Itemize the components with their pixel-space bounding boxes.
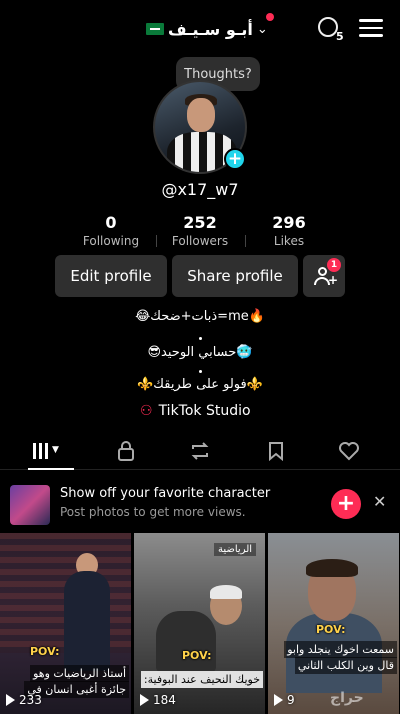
- profile-icon: [318, 17, 338, 37]
- likes-count: 296: [272, 213, 306, 232]
- video-caption-line: أستاذ الرياضيات وهو: [30, 665, 129, 682]
- bio-separator: [199, 370, 202, 373]
- tab-reposts[interactable]: [185, 441, 215, 463]
- add-friend-icon: [318, 267, 327, 276]
- lock-icon: [118, 441, 134, 461]
- saudi-flag-icon: [146, 23, 164, 35]
- video-views: 233: [6, 693, 42, 707]
- play-icon: [274, 694, 283, 706]
- profile-handle: @x17_w7: [161, 180, 239, 199]
- view-count: 9: [287, 693, 295, 707]
- tab-private[interactable]: [111, 441, 141, 463]
- friend-requests-badge: 1: [327, 258, 341, 272]
- promo-add-button[interactable]: +: [331, 489, 361, 519]
- share-profile-button[interactable]: Share profile: [172, 255, 298, 297]
- profile-stats: 0 Following 252 Followers 296 Likes: [0, 213, 400, 253]
- view-count: 233: [19, 693, 42, 707]
- add-friends-button[interactable]: + 1: [303, 255, 345, 297]
- promo-title: Show off your favorite character: [60, 486, 271, 501]
- video-thumbnail-3[interactable]: POV: سمعت اخوك ينجلد وابو قال وين الكلب …: [268, 533, 399, 714]
- bio-line-2: 😎حسابي الوحيد🥶: [147, 345, 253, 360]
- followers-label: Followers: [171, 234, 229, 248]
- repost-icon: [191, 442, 209, 460]
- stat-likes[interactable]: 296 Likes: [244, 213, 334, 248]
- following-count: 0: [105, 213, 117, 232]
- video-thumbnail-1[interactable]: POV: أستاذ الرياضيات وهو جائزة أغبى انسا…: [0, 533, 131, 714]
- play-icon: [140, 694, 149, 706]
- stat-following[interactable]: 0 Following: [66, 213, 156, 248]
- followers-count: 252: [183, 213, 217, 232]
- channel-logo: الرياضية: [214, 543, 257, 556]
- menu-icon[interactable]: [359, 19, 383, 39]
- studio-icon: ⚇: [140, 403, 153, 419]
- edit-profile-button[interactable]: Edit profile: [55, 255, 167, 297]
- studio-label: TikTok Studio: [158, 403, 251, 419]
- video-caption-line: قال وين الكلب الثاني: [294, 657, 397, 674]
- chevron-down-icon: ⌄: [256, 21, 268, 37]
- bio-line-1: 😂ذبات+ضحك=me🔥: [135, 309, 265, 324]
- top-bar: أبـو سـيـف ⌄ 5: [0, 12, 400, 48]
- likes-label: Likes: [273, 234, 305, 248]
- bio-separator: [199, 337, 202, 340]
- heart-icon: [339, 442, 359, 461]
- close-icon[interactable]: ✕: [373, 492, 386, 511]
- account-switcher[interactable]: أبـو سـيـف ⌄: [146, 16, 268, 42]
- play-icon: [6, 694, 15, 706]
- video-caption-line: خويك النحيف عند البوفية:: [140, 671, 263, 688]
- video-caption-line: سمعت اخوك ينجلد وابو: [284, 641, 397, 658]
- caret-down-icon: ▼: [52, 445, 59, 455]
- tiktok-studio-link[interactable]: ⚇ TikTok Studio: [140, 403, 251, 419]
- tab-favorites[interactable]: [261, 441, 291, 463]
- account-username: أبـو سـيـف: [168, 19, 253, 39]
- add-story-button[interactable]: +: [224, 148, 246, 170]
- bookmark-icon: [269, 442, 283, 462]
- video-pov-label: POV:: [182, 649, 212, 662]
- video-pov-label: POV:: [316, 623, 346, 636]
- bio-line-3: ⚜️فولو على طريقك⚜️: [137, 377, 263, 392]
- video-pov-label: POV:: [30, 645, 60, 658]
- active-tab-indicator: [28, 468, 74, 470]
- watermark-logo: حراج: [330, 690, 364, 706]
- video-views: 184: [140, 693, 176, 707]
- promo-thumbnail: [10, 485, 50, 525]
- accounts-count: 5: [336, 30, 344, 43]
- video-views: 9: [274, 693, 295, 707]
- tab-liked[interactable]: [334, 441, 364, 463]
- grid-icon: [33, 441, 48, 459]
- promo-banner: Show off your favorite character Post ph…: [0, 476, 400, 528]
- tab-videos[interactable]: ▼: [33, 441, 59, 459]
- promo-subtitle: Post photos to get more views.: [60, 505, 246, 519]
- notification-dot: [266, 13, 274, 21]
- stat-followers[interactable]: 252 Followers: [155, 213, 245, 248]
- view-count: 184: [153, 693, 176, 707]
- video-thumbnail-2[interactable]: الرياضية POV: خويك النحيف عند البوفية: 1…: [134, 533, 265, 714]
- accounts-button[interactable]: 5: [313, 15, 344, 45]
- following-label: Following: [82, 234, 140, 248]
